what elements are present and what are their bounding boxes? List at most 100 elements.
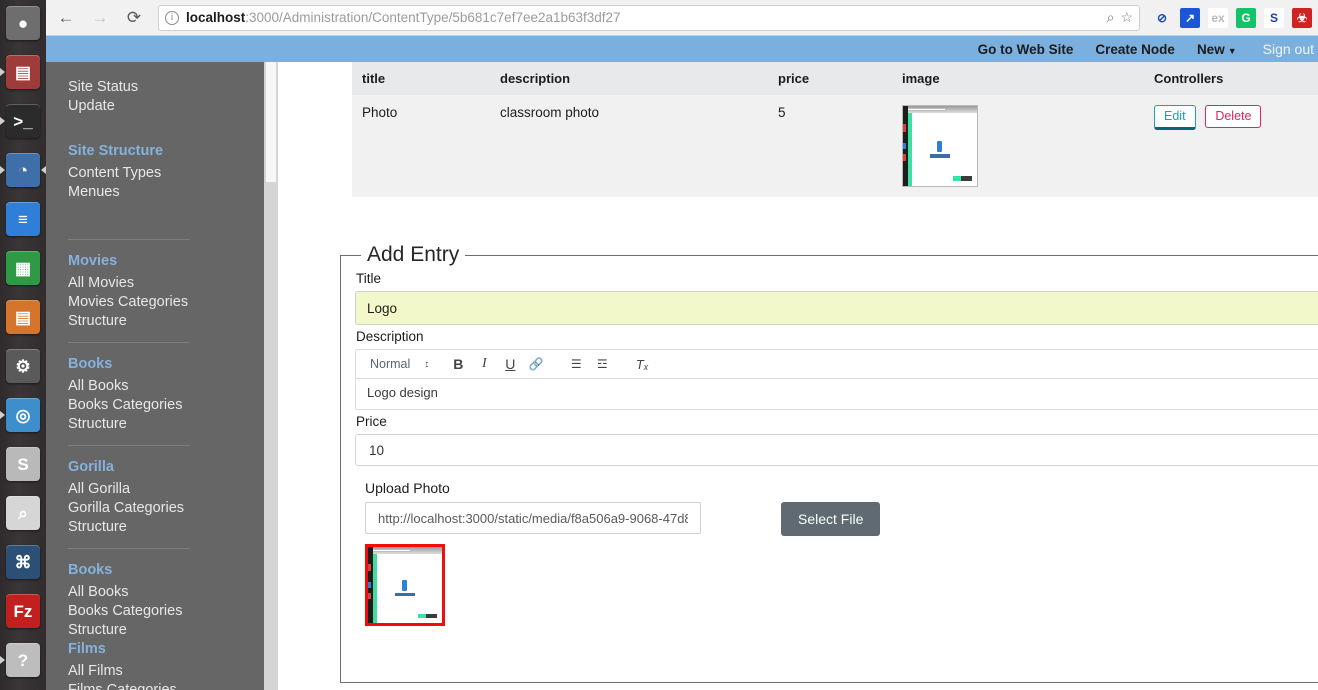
system-settings-icon[interactable]: ⚙ [6, 349, 40, 383]
grammarly-extension-icon[interactable]: G [1236, 7, 1256, 28]
dock-item-6[interactable]: ▤ [0, 294, 46, 340]
red-extension-icon[interactable]: ☣ [1292, 7, 1312, 28]
sidebar-item-gorilla-categories[interactable]: Gorilla Categories [68, 499, 264, 518]
sidebar-heading-books: Books [68, 356, 113, 372]
chevron-down-icon: ▼ [1227, 45, 1237, 56]
dock-item-14[interactable]: A [0, 686, 46, 690]
files-icon[interactable]: ▤ [6, 55, 40, 89]
dock-running-indicator-left [0, 166, 5, 174]
ordered-list-icon[interactable]: ☰ [564, 352, 588, 376]
sidebar-item-update[interactable]: Update [68, 97, 264, 116]
nav-go-to-web-site[interactable]: Go to Web Site [978, 42, 1074, 57]
price-label: Price [356, 414, 387, 429]
sidebar-item-all-movies[interactable]: All Movies [68, 274, 264, 293]
dock-item-5[interactable]: ▦ [0, 245, 46, 291]
sidebar-separator [68, 445, 190, 446]
sidebar-scrollbar[interactable] [264, 62, 278, 690]
bold-icon[interactable]: B [446, 352, 470, 376]
nav-create-node[interactable]: Create Node [1095, 42, 1175, 57]
help-icon[interactable]: ? [6, 643, 40, 677]
editor-content[interactable]: Logo design [356, 379, 1318, 409]
ubuntu-dash-icon[interactable]: ● [6, 6, 40, 40]
dock-item-9[interactable]: S [0, 441, 46, 487]
sidebar-item-structure[interactable]: Structure [68, 518, 264, 537]
sidebar-item-structure[interactable]: Structure [68, 621, 264, 640]
chromium-browser-icon[interactable]: ◔ [6, 153, 40, 187]
admin-sidebar: Site Status Update Site Structure Content T… [46, 62, 264, 690]
mysql-workbench-icon[interactable]: ⌘ [6, 545, 40, 579]
format-select[interactable]: Normal ↕ [362, 357, 434, 371]
dock-item-8[interactable]: ◎ [0, 392, 46, 438]
dock-item-12[interactable]: Fz [0, 588, 46, 634]
dock-item-7[interactable]: ⚙ [0, 343, 46, 389]
dock-item-1[interactable]: ▤ [0, 49, 46, 95]
clear-format-icon[interactable]: Tₓ [630, 352, 654, 376]
dock-item-13[interactable]: ? [0, 637, 46, 683]
sidebar-item-site-status[interactable]: Site Status [68, 78, 264, 97]
reload-button[interactable]: ⟳ [120, 4, 148, 32]
sidebar-scrollbar-thumb[interactable] [266, 62, 276, 182]
content-entries-table: title description price image Controller… [352, 62, 1318, 197]
sidebar-item-all-gorilla[interactable]: All Gorilla [68, 480, 264, 499]
link-icon[interactable]: 🔗 [524, 352, 548, 376]
underline-icon[interactable]: U [498, 352, 522, 376]
edit-button[interactable]: Edit [1154, 105, 1196, 130]
chevron-updown-icon: ↕ [424, 358, 429, 370]
filezilla-icon[interactable]: Fz [6, 594, 40, 628]
dock-focus-indicator-right [41, 166, 46, 174]
terminal-icon[interactable]: >_ [6, 104, 40, 138]
nav-new-dropdown[interactable]: New ▼ [1197, 42, 1237, 57]
delete-button[interactable]: Delete [1205, 105, 1262, 128]
libreoffice-writer-icon[interactable]: ≡ [6, 202, 40, 236]
nav-sign-out[interactable]: Sign out [1263, 41, 1314, 57]
search-icon[interactable]: ⌕ [1107, 9, 1115, 26]
dock-item-0[interactable]: ● [0, 0, 46, 46]
sidebar-item-films-categories[interactable]: Films Categories [68, 681, 264, 690]
sidebar-item-structure[interactable]: Structure [68, 312, 264, 331]
dock-item-3[interactable]: ◔ [0, 147, 46, 193]
table-row: Photo classroom photo 5 Edit Delete [352, 95, 1318, 197]
sidebar-item-content-types[interactable]: Content Types [68, 164, 264, 183]
back-button[interactable]: ← [52, 4, 80, 32]
sidebar-item-books-categories[interactable]: Books Categories [68, 396, 264, 415]
sidebar-group: Movies All Movies Movies Categories Structu… [68, 252, 264, 331]
forward-arrow-icon: → [91, 7, 109, 27]
bookmark-star-icon[interactable]: ☆ [1120, 9, 1133, 26]
image-viewer-icon[interactable]: ⌕ [6, 496, 40, 530]
sidebar-item-all-films[interactable]: All Films [68, 662, 264, 681]
title-input[interactable] [355, 291, 1318, 325]
address-bar[interactable]: i localhost:3000/Administration/ContentT… [158, 4, 1140, 31]
libreoffice-impress-icon[interactable]: ▤ [6, 300, 40, 334]
price-input[interactable] [355, 434, 1318, 466]
bullet-list-icon[interactable]: ☲ [590, 352, 614, 376]
file-url-input[interactable] [365, 502, 701, 534]
sidebar-group: Books All Books Books Categories Structure [68, 561, 264, 640]
sidebar-item-books-categories[interactable]: Books Categories [68, 602, 264, 621]
th-price: price [768, 62, 892, 95]
dock-item-4[interactable]: ≡ [0, 196, 46, 242]
libreoffice-calc-icon[interactable]: ▦ [6, 251, 40, 285]
sidebar-item-movies-categories[interactable]: Movies Categories [68, 293, 264, 312]
dock-item-2[interactable]: >_ [0, 98, 46, 144]
forward-button[interactable]: → [86, 4, 114, 32]
sidebar-item-all-books[interactable]: All Books [68, 583, 264, 602]
open-in-new-extension-icon[interactable]: ↗ [1180, 7, 1200, 28]
ex-extension-icon[interactable]: ex [1208, 7, 1228, 28]
sidebar-item-structure[interactable]: Structure [68, 415, 264, 434]
select-file-button[interactable]: Select File [781, 502, 881, 536]
dock-item-10[interactable]: ⌕ [0, 490, 46, 536]
os-launcher-dock: ●▤>_◔≡▦▤⚙◎S⌕⌘Fz?A▭◍Ὕ1 [0, 0, 46, 690]
description-label: Description [356, 329, 424, 344]
adblock-extension-icon[interactable]: ⊘ [1152, 8, 1172, 28]
sidebar-item-menues[interactable]: Menues [68, 183, 264, 202]
site-info-icon[interactable]: i [165, 10, 179, 25]
sidebar-item-all-books[interactable]: All Books [68, 377, 264, 396]
cell-title: Photo [352, 95, 490, 197]
url-path: :3000/Administration/ContentType/5b681c7… [245, 10, 621, 25]
dock-item-11[interactable]: ⌘ [0, 539, 46, 585]
italic-icon[interactable]: I [472, 352, 496, 376]
cell-image [892, 95, 1144, 197]
mongodb-compass-icon[interactable]: ◎ [6, 398, 40, 432]
sublime-text-icon[interactable]: S [6, 447, 40, 481]
s-extension-icon[interactable]: S [1264, 7, 1284, 28]
